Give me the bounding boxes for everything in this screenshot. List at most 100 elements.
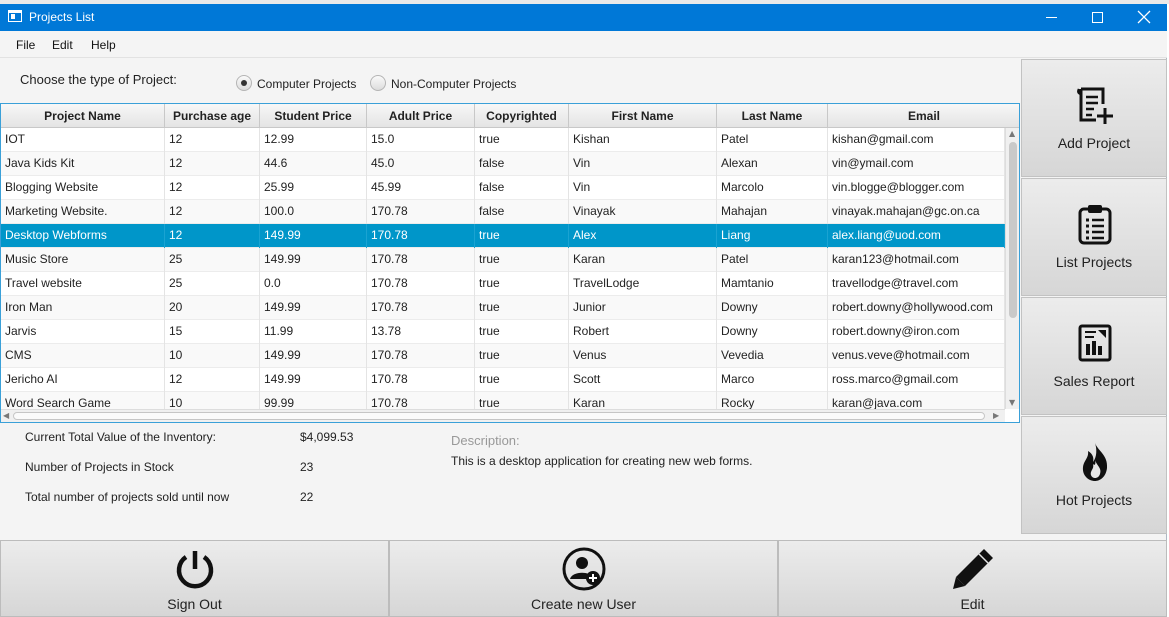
radio-label: Non-Computer Projects	[391, 77, 517, 91]
table-cell-email: kishan@gmail.com	[828, 128, 1005, 152]
table-cell-last-name: Marcolo	[717, 176, 828, 200]
scroll-down-icon[interactable]: ▼	[1009, 398, 1015, 407]
menu-file[interactable]: File	[16, 38, 35, 52]
table-cell-purchase-age: 12	[165, 128, 260, 152]
minimize-button[interactable]	[1029, 4, 1075, 31]
table-cell-project-name: Marketing Website.	[1, 200, 165, 224]
column-header-purchase-age[interactable]: Purchase age	[165, 104, 260, 128]
clipboard-list-icon	[1078, 205, 1112, 245]
table-cell-copyrighted: true	[475, 128, 569, 152]
column-header-last-name[interactable]: Last Name	[717, 104, 828, 128]
table-row[interactable]: Word Search Game 10 99.99 170.78 true Karan Ro…	[1, 392, 1005, 409]
power-icon	[176, 551, 214, 589]
table-row[interactable]: Music Store 25 149.99 170.78 true Karan Patel k…	[1, 248, 1005, 272]
close-button[interactable]	[1121, 4, 1167, 31]
table-cell-purchase-age: 12	[165, 176, 260, 200]
table-cell-student-price: 149.99	[260, 248, 367, 272]
table-cell-last-name: Liang	[717, 224, 828, 248]
create-user-button[interactable]: Create new User	[389, 540, 778, 617]
table-cell-copyrighted: false	[475, 152, 569, 176]
create-user-label: Create new User	[530, 596, 637, 612]
table-cell-first-name: Karan	[569, 392, 717, 409]
table-cell-student-price: 25.99	[260, 176, 367, 200]
edit-label: Edit	[960, 596, 985, 612]
table-cell-purchase-age: 10	[165, 392, 260, 409]
minimize-icon	[1046, 17, 1057, 18]
sales-report-label: Sales Report	[1053, 373, 1135, 389]
table-row[interactable]: CMS 10 149.99 170.78 true Venus Vevedia venus.v…	[1, 344, 1005, 368]
radio-selected-icon[interactable]	[236, 75, 252, 91]
column-header-student-price[interactable]: Student Price	[260, 104, 367, 128]
table-row[interactable]: Java Kids Kit 12 44.6 45.0 false Vin Alexan vin…	[1, 152, 1005, 176]
table-cell-student-price: 11.99	[260, 320, 367, 344]
table-row[interactable]: Travel website 25 0.0 170.78 true TravelLodge…	[1, 272, 1005, 296]
add-project-button[interactable]: Add Project	[1021, 59, 1167, 177]
sales-report-button[interactable]: Sales Report	[1021, 297, 1167, 415]
projects-sold-value: 22	[300, 490, 314, 504]
table-cell-copyrighted: true	[475, 272, 569, 296]
table-row[interactable]: Marketing Website. 12 100.0 170.78 false Vina…	[1, 200, 1005, 224]
table-cell-adult-price: 170.78	[367, 248, 475, 272]
table-cell-adult-price: 13.78	[367, 320, 475, 344]
table-row[interactable]: Iron Man 20 149.99 170.78 true Junior Downy rob…	[1, 296, 1005, 320]
projects-table[interactable]: Project Name Purchase age Student Price Adu…	[0, 103, 1020, 423]
column-header-adult-price[interactable]: Adult Price	[367, 104, 475, 128]
table-cell-student-price: 0.0	[260, 272, 367, 296]
scroll-up-icon[interactable]: ▲	[1009, 129, 1015, 138]
table-cell-copyrighted: true	[475, 320, 569, 344]
table-row[interactable]: Jericho AI 12 149.99 170.78 true Scott Marco ro…	[1, 368, 1005, 392]
table-cell-project-name: Word Search Game	[1, 392, 165, 409]
menu-help[interactable]: Help	[91, 38, 116, 52]
pencil-icon	[953, 549, 993, 589]
table-cell-adult-price: 170.78	[367, 296, 475, 320]
horizontal-scroll-thumb[interactable]	[13, 412, 985, 420]
table-cell-purchase-age: 12	[165, 368, 260, 392]
table-cell-last-name: Alexan	[717, 152, 828, 176]
edit-button[interactable]: Edit	[778, 540, 1167, 617]
radio-label: Computer Projects	[257, 77, 357, 91]
table-cell-first-name: Robert	[569, 320, 717, 344]
title-bar: Projects List	[0, 4, 1167, 31]
add-user-icon	[562, 547, 606, 591]
horizontal-scrollbar[interactable]: ◀ ▶	[1, 409, 1005, 422]
table-row[interactable]: Blogging Website 12 25.99 45.99 false Vin Marc…	[1, 176, 1005, 200]
vertical-scroll-thumb[interactable]	[1009, 142, 1017, 318]
window-title: Projects List	[29, 10, 95, 24]
table-cell-copyrighted: false	[475, 200, 569, 224]
inventory-value-label: Current Total Value of the Inventory:	[25, 430, 216, 444]
table-cell-email: venus.veve@hotmail.com	[828, 344, 1005, 368]
add-project-label: Add Project	[1057, 135, 1131, 151]
column-header-email[interactable]: Email	[828, 104, 1019, 128]
table-cell-first-name: Vin	[569, 152, 717, 176]
vertical-scrollbar[interactable]: ▲ ▼	[1005, 128, 1019, 409]
radio-unselected-icon[interactable]	[370, 75, 386, 91]
table-cell-first-name: Kishan	[569, 128, 717, 152]
column-header-project-name[interactable]: Project Name	[1, 104, 165, 128]
table-cell-email: vin@ymail.com	[828, 152, 1005, 176]
table-row[interactable]: IOT 12 12.99 15.0 true Kishan Patel kishan@gmai…	[1, 128, 1005, 152]
table-cell-email: karan@java.com	[828, 392, 1005, 409]
sign-out-label: Sign Out	[167, 596, 222, 612]
table-cell-last-name: Mahajan	[717, 200, 828, 224]
scroll-left-icon[interactable]: ◀	[3, 411, 9, 420]
table-cell-adult-price: 170.78	[367, 344, 475, 368]
maximize-icon	[1092, 12, 1103, 23]
maximize-button[interactable]	[1075, 4, 1121, 31]
sign-out-button[interactable]: Sign Out	[0, 540, 389, 617]
table-row[interactable]: Desktop Webforms 12 149.99 170.78 true Alex Li…	[1, 224, 1005, 248]
close-icon	[1137, 10, 1151, 24]
hot-projects-button[interactable]: Hot Projects	[1021, 416, 1167, 534]
table-cell-student-price: 100.0	[260, 200, 367, 224]
table-cell-last-name: Downy	[717, 296, 828, 320]
table-cell-last-name: Marco	[717, 368, 828, 392]
menu-edit[interactable]: Edit	[52, 38, 73, 52]
table-row[interactable]: Jarvis 15 11.99 13.78 true Robert Downy robert.…	[1, 320, 1005, 344]
table-cell-copyrighted: true	[475, 248, 569, 272]
table-cell-first-name: Alex	[569, 224, 717, 248]
column-header-copyrighted[interactable]: Copyrighted	[475, 104, 569, 128]
scroll-right-icon[interactable]: ▶	[993, 411, 999, 420]
table-cell-adult-price: 170.78	[367, 200, 475, 224]
table-cell-copyrighted: true	[475, 392, 569, 409]
list-projects-button[interactable]: List Projects	[1021, 178, 1167, 296]
column-header-first-name[interactable]: First Name	[569, 104, 717, 128]
